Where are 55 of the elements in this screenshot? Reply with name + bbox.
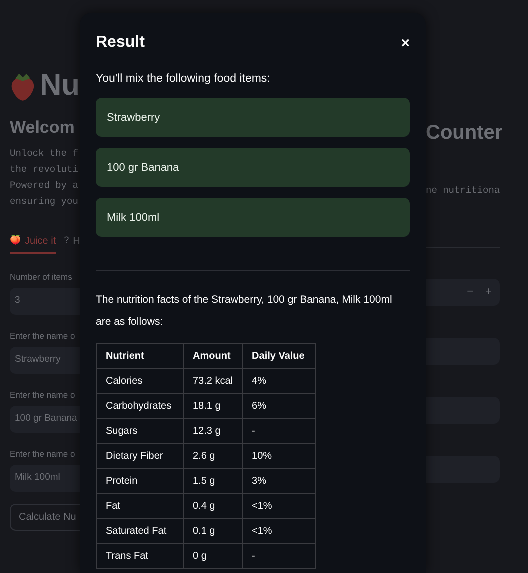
column-header: Nutrient <box>96 344 184 369</box>
table-cell: - <box>242 418 316 444</box>
food-item: Milk 100ml <box>96 198 410 238</box>
intro-text: ne nutritiona <box>426 184 500 198</box>
table-cell: Trans Fat <box>96 544 184 569</box>
food-item: 100 gr Banana <box>96 148 410 188</box>
tab[interactable]: ? H <box>64 230 80 254</box>
table-cell: Sugars <box>96 418 184 444</box>
input-field[interactable]: 100 gr Banana <box>10 406 80 433</box>
table-cell: Dietary Fiber <box>96 444 184 469</box>
table-cell: Protein <box>96 468 184 494</box>
input-field[interactable]: 3 <box>10 288 80 315</box>
app-title: Nu <box>40 71 80 101</box>
table-cell: 1.5 g <box>184 468 243 494</box>
table-cell: 73.2 kcal <box>184 368 243 394</box>
input-field[interactable]: Milk 100ml <box>10 465 80 492</box>
close-button[interactable]: × <box>401 36 410 50</box>
table-cell: 0.1 g <box>184 518 243 544</box>
table-cell: 12.3 g <box>184 418 243 444</box>
field-label: Enter the name o <box>10 448 76 461</box>
input-field[interactable]: Strawberry <box>10 347 80 374</box>
table-cell: 2.6 g <box>184 444 243 469</box>
intro-text: ensuring you <box>10 195 80 209</box>
dialog-title: Result <box>96 33 145 53</box>
page-heading: Welcom <box>10 117 76 139</box>
page-heading: Counter <box>426 121 500 145</box>
summary-text: The nutrition facts of the Strawberry, 100 gr Banana, Milk 100ml are as follows: <box>96 293 394 330</box>
table-cell: Saturated Fat <box>96 518 184 544</box>
intro-text: the revoluti <box>10 163 80 177</box>
column-header: Amount <box>184 344 243 369</box>
dialog-intro: You'll mix the following food items: <box>96 72 272 87</box>
intro-text: Powered by a <box>10 179 80 193</box>
table-cell: 4% <box>242 368 316 394</box>
table-cell: <1% <box>242 494 316 519</box>
table-cell: 0.4 g <box>184 494 243 519</box>
table-cell: <1% <box>242 518 316 544</box>
field-label: Enter the name o <box>10 330 76 343</box>
tab[interactable]: 🍑 Juice it <box>10 230 56 254</box>
table-cell: 10% <box>242 444 316 469</box>
table-cell: Carbohydrates <box>96 394 184 419</box>
food-item: Strawberry <box>96 98 410 138</box>
increment-button[interactable]: + <box>486 284 492 301</box>
table-cell: Fat <box>96 494 184 519</box>
intro-text: Unlock the f <box>10 147 80 161</box>
column-header: Daily Value <box>242 344 316 369</box>
field-label: Enter the name o <box>10 389 76 402</box>
table-cell: 6% <box>242 394 316 419</box>
table-cell: 18.1 g <box>184 394 243 419</box>
table-cell: 0 g <box>184 544 243 569</box>
table-cell: 3% <box>242 468 316 494</box>
decrement-button[interactable]: − <box>467 284 474 301</box>
number-field[interactable]: − + <box>426 279 500 306</box>
table-cell: - <box>242 544 316 569</box>
field-label: Number of items <box>10 271 74 284</box>
table-cell: Calories <box>96 368 184 394</box>
